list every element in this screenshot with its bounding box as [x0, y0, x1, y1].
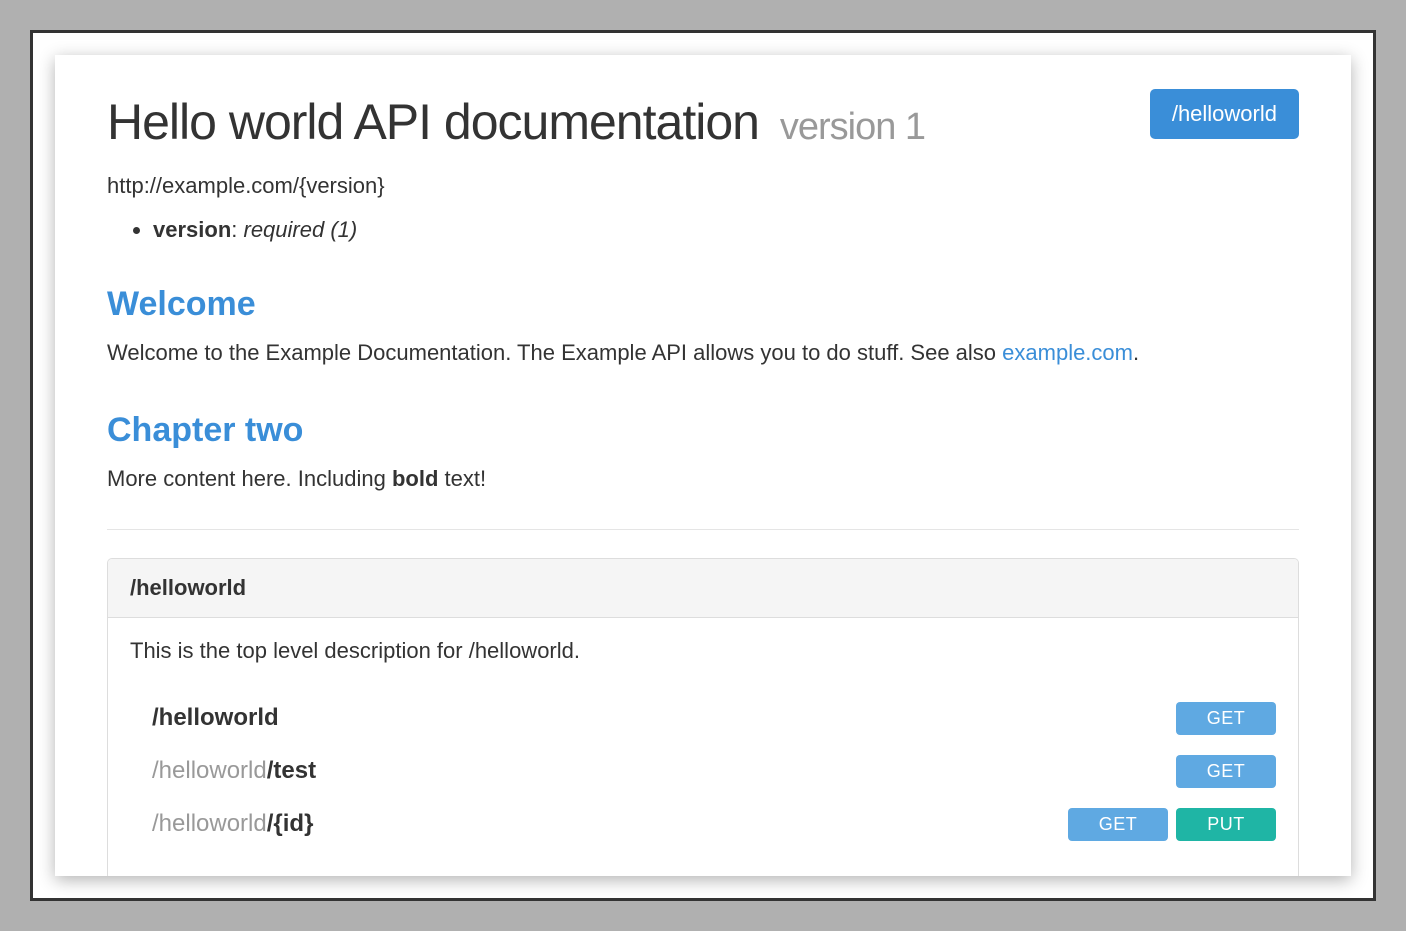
method-get-button[interactable]: GET: [1176, 702, 1276, 735]
bold-text: bold: [392, 466, 438, 491]
uri-param-item: version: required (1): [153, 217, 1150, 243]
section-text-welcome: Welcome to the Example Documentation. Th…: [107, 338, 1299, 369]
endpoint-row: /helloworld GET: [130, 692, 1276, 745]
endpoint-path[interactable]: /helloworld: [152, 704, 279, 732]
section-text-chapter-two: More content here. Including bold text!: [107, 464, 1299, 495]
endpoint-path[interactable]: /helloworld/{id}: [152, 810, 313, 838]
endpoint-path[interactable]: /helloworld/test: [152, 757, 316, 785]
title-text: Hello world API documentation: [107, 94, 759, 150]
method-put-button[interactable]: PUT: [1176, 808, 1276, 841]
section-divider: [107, 529, 1299, 530]
method-get-button[interactable]: GET: [1068, 808, 1168, 841]
base-url: http://example.com/{version}: [107, 173, 1150, 199]
page-title: Hello world API documentation version 1: [107, 93, 1150, 151]
example-link[interactable]: example.com: [1002, 340, 1133, 365]
param-name: version: [153, 217, 231, 242]
endpoint-row: /helloworld/{id} GET PUT: [130, 798, 1276, 851]
endpoint-row: /helloworld/test GET: [130, 745, 1276, 798]
resource-panel: /helloworld This is the top level descri…: [107, 558, 1299, 876]
api-doc-page: Hello world API documentation version 1 …: [55, 55, 1351, 876]
version-label: version 1: [780, 106, 925, 148]
panel-description: This is the top level description for /h…: [130, 638, 1276, 664]
section-heading-welcome: Welcome: [107, 285, 1299, 324]
uri-params-list: version: required (1): [153, 217, 1150, 243]
method-get-button[interactable]: GET: [1176, 755, 1276, 788]
panel-title[interactable]: /helloworld: [108, 559, 1298, 618]
param-detail: required (1): [244, 217, 358, 242]
section-heading-chapter-two: Chapter two: [107, 411, 1299, 450]
resource-nav-button[interactable]: /helloworld: [1150, 89, 1299, 139]
